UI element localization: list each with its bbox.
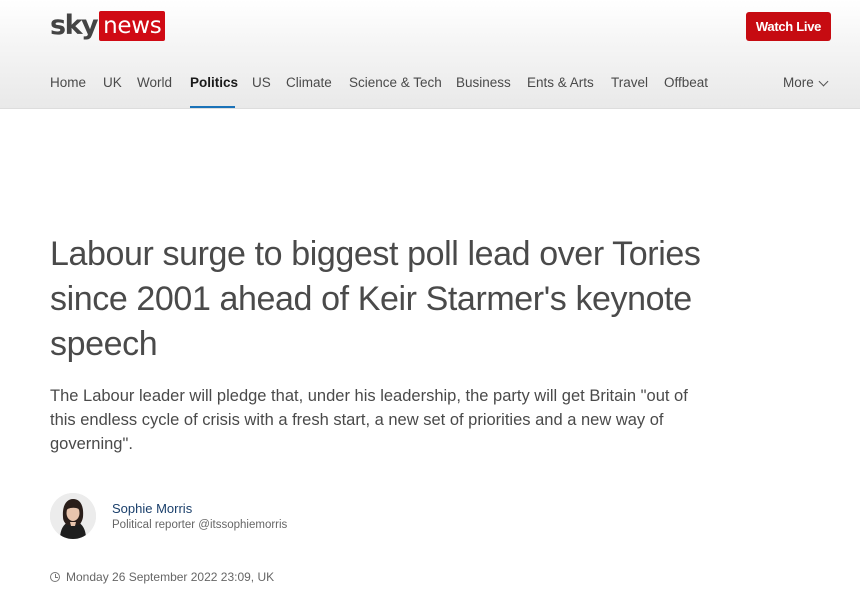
site-header: sky news Watch Live Home UK World Politi… [0,0,860,109]
nav-item-us[interactable]: US [252,72,271,94]
logo-news-text: news [99,11,166,41]
watch-live-button[interactable]: Watch Live [746,12,831,41]
nav-more-button[interactable]: More [783,72,829,94]
active-tab-indicator [190,106,235,108]
article-timestamp: Monday 26 September 2022 23:09, UK [50,570,274,584]
nav-more-label: More [783,75,814,90]
article-standfirst: The Labour leader will pledge that, unde… [50,387,688,453]
sky-news-logo[interactable]: sky news [50,10,166,41]
author-role-line: Political reporter @itssophiemorris [112,518,287,533]
logo-sky-text: sky [50,10,99,41]
nav-item-offbeat[interactable]: Offbeat [664,72,708,94]
nav-item-politics[interactable]: Politics [190,72,238,94]
nav-item-climate[interactable]: Climate [286,72,332,94]
author-name[interactable]: Sophie Morris [112,500,287,518]
nav-item-business[interactable]: Business [456,72,511,94]
nav-item-world[interactable]: World [137,72,172,94]
author-photo-icon [50,493,96,539]
timestamp-text: Monday 26 September 2022 23:09, UK [66,570,275,584]
author-twitter-handle[interactable]: @itssophiemorris [198,519,287,531]
chevron-down-icon [818,76,829,86]
nav-item-science-tech[interactable]: Science & Tech [349,72,442,94]
author-byline: Sophie Morris Political reporter @itssop… [50,493,287,539]
author-avatar[interactable] [50,493,96,539]
article-headline: Labour surge to biggest poll lead over T… [50,235,701,363]
nav-item-uk[interactable]: UK [103,72,122,94]
author-role: Political reporter [112,518,196,531]
clock-icon [50,572,60,582]
author-info: Sophie Morris Political reporter @itssop… [112,500,287,533]
nav-item-travel[interactable]: Travel [611,72,648,94]
nav-item-home[interactable]: Home [50,72,86,94]
nav-item-ents-arts[interactable]: Ents & Arts [527,72,594,94]
